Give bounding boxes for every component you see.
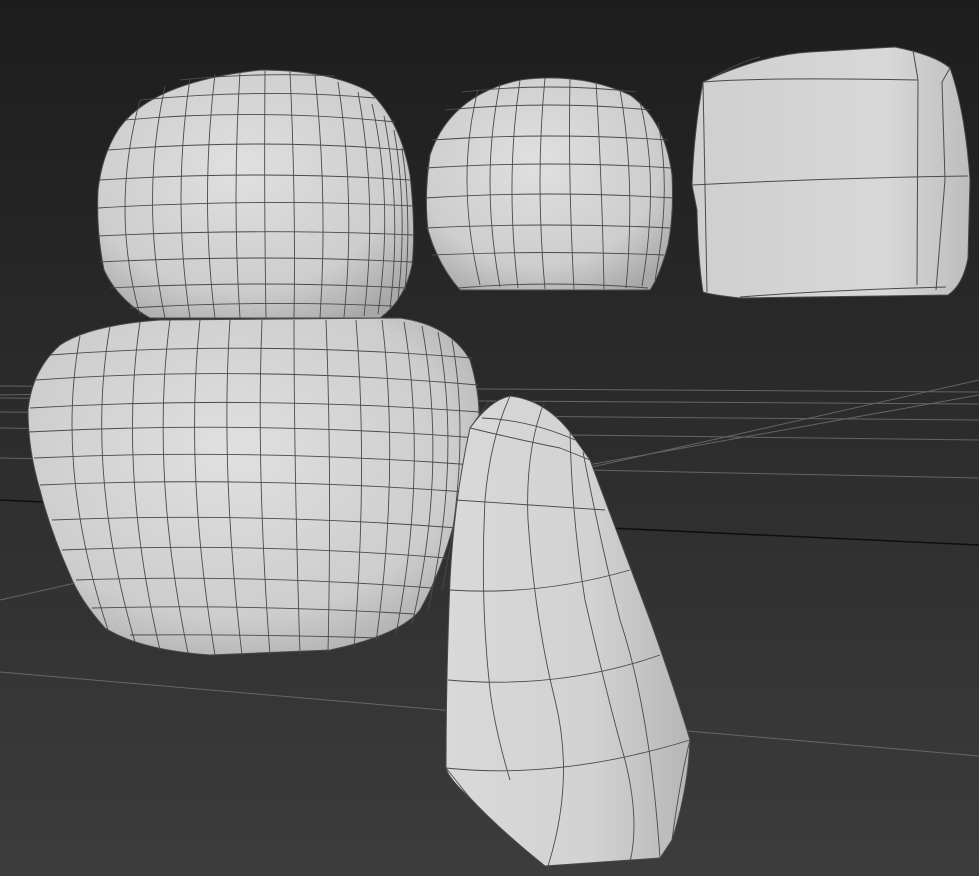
mesh-head-large[interactable] xyxy=(97,69,415,319)
mesh-box-rounded[interactable] xyxy=(691,46,971,299)
3d-viewport[interactable] xyxy=(0,0,979,876)
viewport-canvas[interactable] xyxy=(0,0,979,876)
mesh-sphere-small[interactable] xyxy=(424,77,674,291)
mesh-body-large[interactable] xyxy=(27,317,481,656)
